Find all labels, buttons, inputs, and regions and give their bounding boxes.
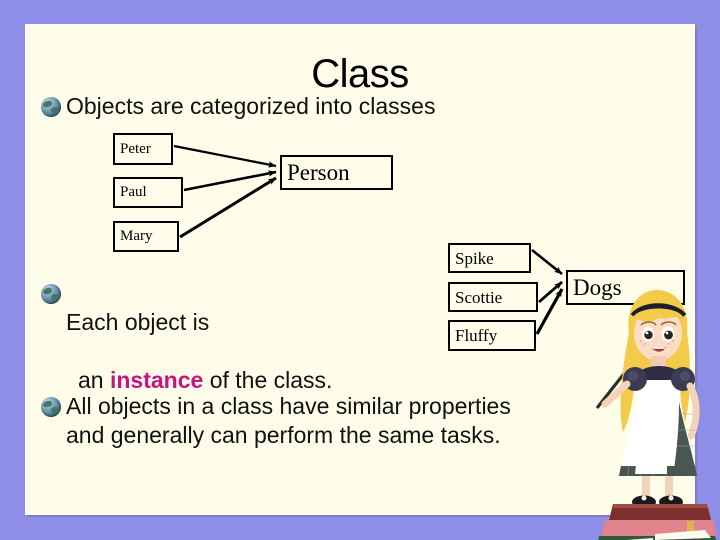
bullet-2-line2-post: of the class.	[203, 367, 333, 393]
bullet-item-3: All objects in a class have similar prop…	[41, 392, 661, 450]
instance-box-peter[interactable]: Peter	[113, 133, 173, 165]
arrow-mary-person	[179, 176, 277, 239]
mascot-girl-on-books	[595, 280, 720, 540]
arrow-fluffy-dogs	[535, 288, 564, 335]
instance-box-fluffy-label: Fluffy	[455, 326, 498, 345]
instance-box-paul[interactable]: Paul	[113, 177, 183, 208]
arrow-spike-dogs	[531, 248, 563, 276]
slide-canvas: Class Objects are categorized into class…	[0, 0, 720, 540]
arrow-peter-person	[173, 144, 277, 168]
bullet-2-line1: Each object is	[66, 309, 210, 335]
instance-box-scottie-label: Scottie	[455, 287, 503, 307]
bullet-item-2: Each object is an instance of the class.	[41, 279, 441, 395]
globe-bullet-icon-3	[41, 397, 61, 417]
instance-box-paul-label: Paul	[120, 184, 147, 200]
instance-box-scottie[interactable]: Scottie	[448, 282, 538, 312]
globe-bullet-icon-2	[41, 284, 61, 304]
bullet-3-text: All objects in a class have similar prop…	[66, 393, 511, 448]
arrow-scottie-dogs	[538, 280, 563, 304]
instance-box-spike[interactable]: Spike	[448, 243, 531, 273]
instance-box-peter-label: Peter	[120, 140, 151, 157]
bullet-2-text: Each object is an instance of the class.	[66, 279, 332, 395]
bullet-item-1: Objects are categorized into classes	[41, 92, 641, 121]
bullet-1-text: Objects are categorized into classes	[66, 93, 436, 119]
instance-box-fluffy[interactable]: Fluffy	[448, 320, 536, 351]
globe-bullet-icon	[41, 97, 61, 117]
instance-box-spike-label: Spike	[455, 248, 494, 268]
instance-box-mary-label: Mary	[120, 228, 153, 244]
instance-box-mary[interactable]: Mary	[113, 221, 179, 252]
page-title: Class	[311, 52, 409, 96]
class-box-person-label: Person	[287, 160, 350, 185]
bullet-2-line2-pre: an	[78, 367, 110, 393]
bullet-2-highlight: instance	[109, 367, 204, 393]
arrow-paul-person	[183, 170, 277, 192]
class-box-person[interactable]: Person	[280, 155, 393, 190]
